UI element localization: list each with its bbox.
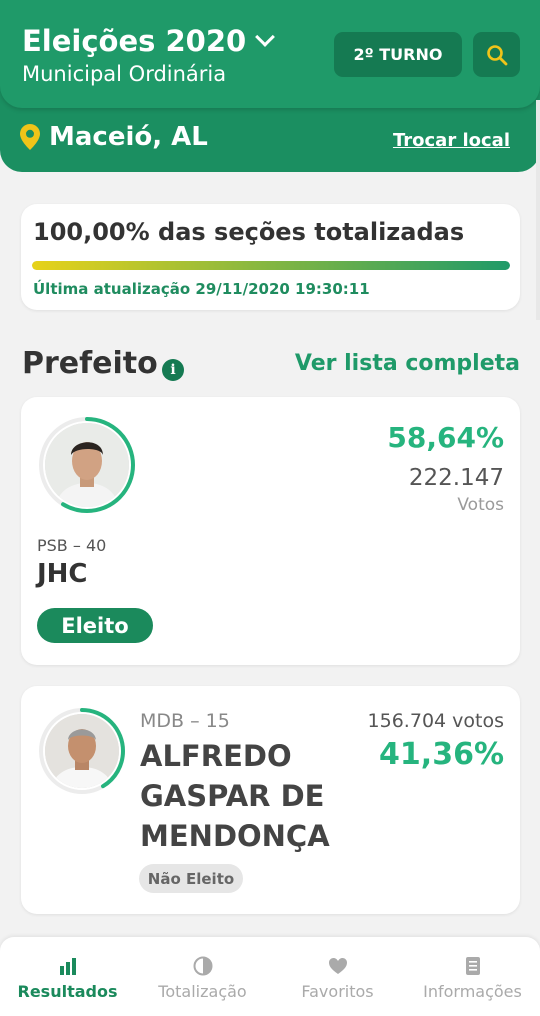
candidate-avatar — [37, 706, 127, 796]
section-title: Prefeito — [22, 346, 158, 381]
pie-chart-icon — [193, 956, 212, 976]
turno-button[interactable]: 2º TURNO — [334, 32, 462, 77]
candidate-card-winner[interactable]: 58,64% 222.147 Votos PSB – 40 JHC Eleito — [21, 397, 520, 665]
change-location-link[interactable]: Trocar local — [393, 130, 510, 151]
document-icon — [465, 957, 480, 975]
candidate-party: MDB – 15 — [140, 710, 230, 732]
election-selector[interactable]: Eleições 2020 — [22, 24, 276, 58]
election-title: Eleições 2020 — [22, 24, 247, 58]
nav-label: Informações — [423, 982, 522, 1001]
candidate-photo — [45, 714, 119, 788]
nav-item-favoritos[interactable]: Favoritos — [270, 937, 405, 1016]
candidate-photo — [45, 423, 129, 507]
scrollbar[interactable] — [536, 100, 540, 320]
candidate-votes-label: Votos — [457, 495, 504, 515]
candidate-percent: 58,64% — [387, 421, 504, 454]
candidate-percent: 41,36% — [379, 737, 504, 772]
see-full-list-link[interactable]: Ver lista completa — [295, 351, 520, 376]
chevron-down-icon — [255, 27, 276, 47]
location-name: Maceió, AL — [49, 122, 208, 152]
bottom-navigation: Resultados Totalização Favoritos Informa… — [0, 937, 540, 1016]
nav-label: Favoritos — [301, 982, 374, 1001]
nav-item-resultados[interactable]: Resultados — [0, 937, 135, 1016]
elected-badge: Eleito — [37, 608, 153, 643]
candidate-votes: 156.704 votos — [367, 710, 504, 732]
totalization-progress-bar — [32, 261, 510, 270]
not-elected-badge: Não Eleito — [139, 864, 243, 893]
search-icon — [486, 44, 507, 65]
candidate-card[interactable]: MDB – 15 156.704 votos 41,36% ALFREDO GA… — [21, 686, 520, 914]
candidate-avatar — [37, 415, 137, 515]
nav-label: Totalização — [158, 982, 247, 1001]
search-button[interactable] — [473, 32, 520, 77]
location-row: Maceió, AL — [20, 122, 208, 152]
nav-item-totalizacao[interactable]: Totalização — [135, 937, 270, 1016]
candidate-votes: 222.147 — [408, 465, 504, 491]
heart-icon — [328, 958, 347, 974]
nav-item-informacoes[interactable]: Informações — [405, 937, 540, 1016]
candidate-name: ALFREDO GASPAR DE MENDONÇA — [140, 739, 330, 853]
location-pin-icon — [20, 124, 40, 150]
candidate-name: JHC — [37, 559, 88, 589]
totalization-progress-fill — [32, 261, 510, 270]
candidate-party: PSB – 40 — [37, 536, 107, 555]
totalization-card: 100,00% das seções totalizadas Última at… — [21, 204, 520, 310]
app-header: Eleições 2020 Municipal Ordinária 2º TUR… — [0, 0, 540, 108]
totalization-title: 100,00% das seções totalizadas — [33, 218, 465, 246]
election-subtitle: Municipal Ordinária — [22, 62, 227, 86]
bar-chart-icon — [59, 958, 76, 975]
last-update-text: Última atualização 29/11/2020 19:30:11 — [33, 280, 370, 298]
nav-label: Resultados — [17, 982, 118, 1001]
info-icon[interactable]: i — [162, 359, 184, 381]
